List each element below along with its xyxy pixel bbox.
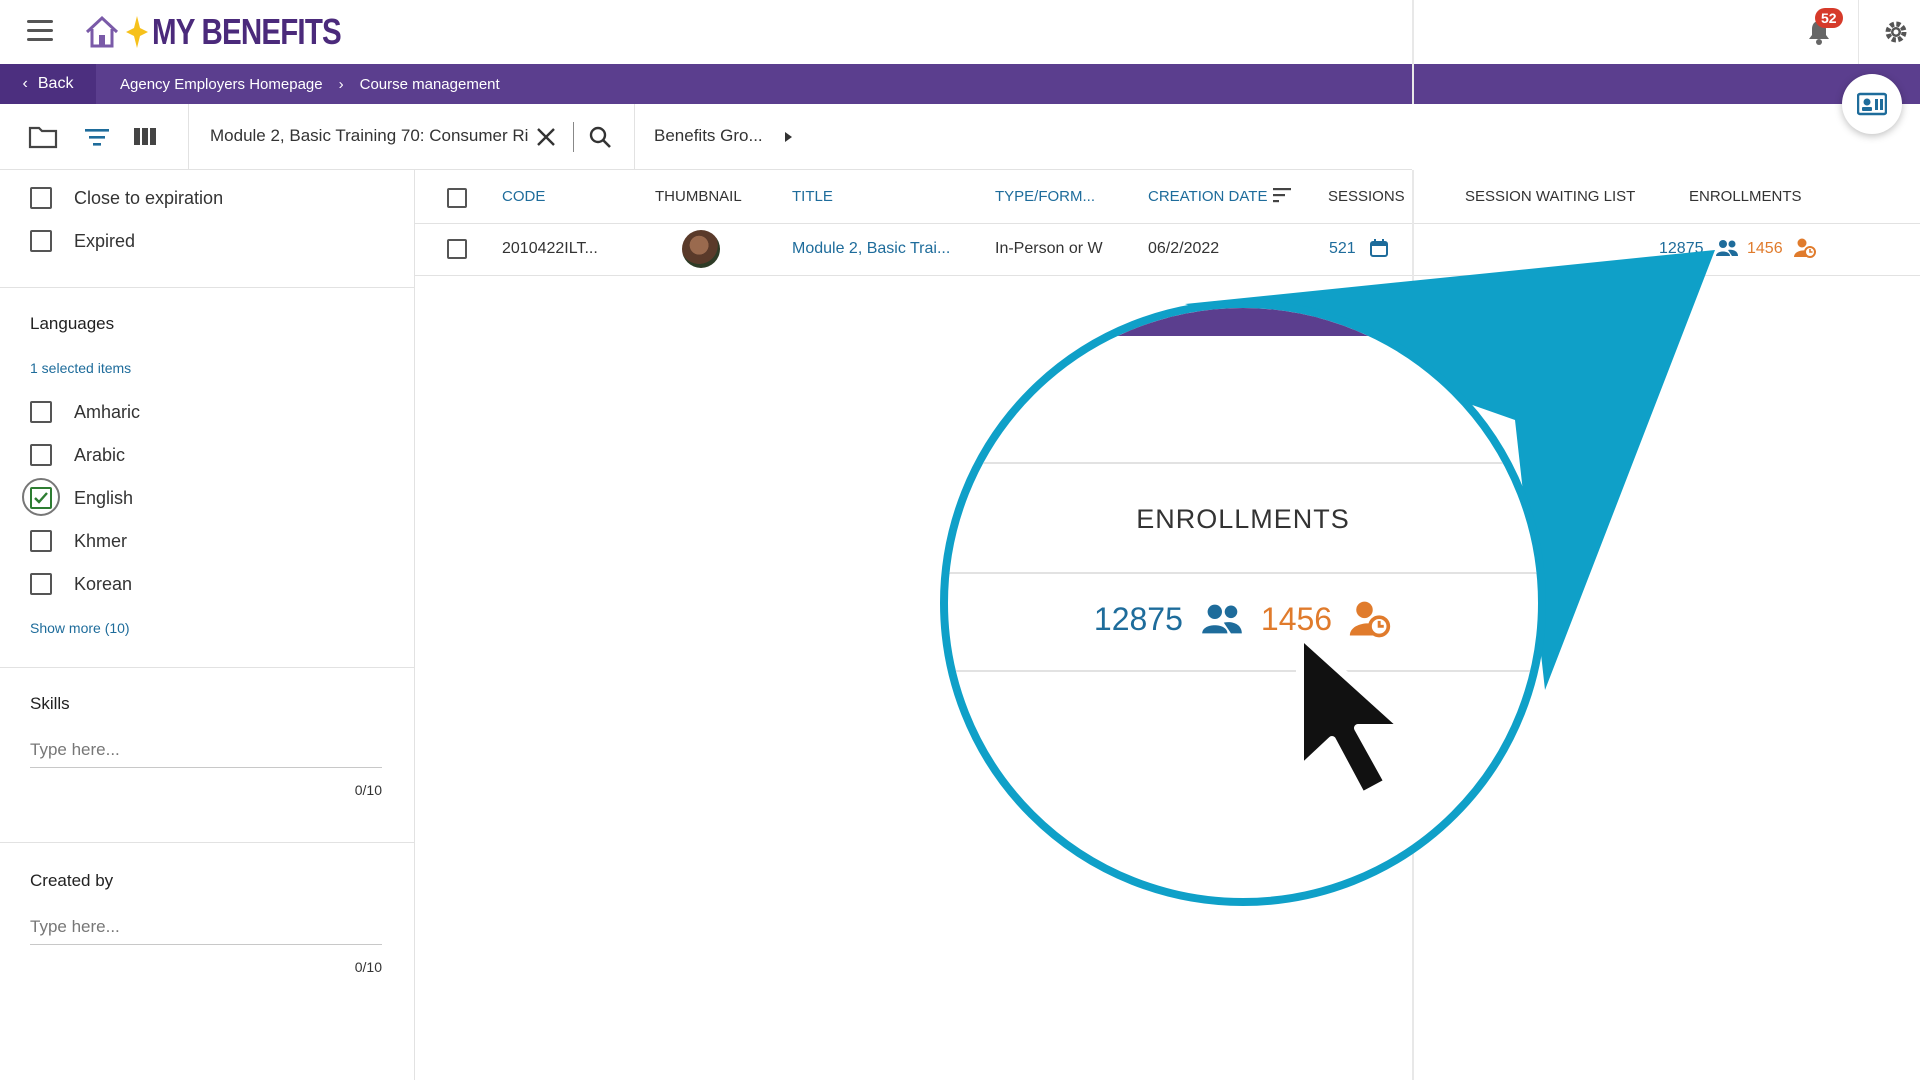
user-clock-icon — [1793, 237, 1817, 264]
table-row[interactable]: 2010422ILT... Module 2, Basic Trai... In… — [415, 224, 1920, 276]
divider — [0, 287, 415, 288]
filter-icon[interactable] — [82, 124, 112, 150]
folder-icon[interactable] — [28, 124, 58, 150]
id-card-button[interactable] — [1842, 74, 1902, 134]
cell-code: 2010422ILT... — [502, 240, 598, 257]
divider — [948, 572, 1538, 574]
cell-waiting[interactable]: 1456 — [1747, 240, 1783, 258]
skills-input[interactable]: Type here... — [30, 736, 382, 768]
breadcrumb-item-current: Course management — [359, 75, 500, 93]
notification-badge: 52 — [1815, 8, 1843, 28]
divider — [948, 670, 1538, 672]
back-label: Back — [37, 75, 74, 92]
mouse-cursor-icon — [1296, 630, 1408, 800]
checkbox-label: English — [74, 488, 134, 508]
magnified-enrollments: 12875 — [1093, 600, 1183, 637]
magnified-values: 12875 1456 — [948, 598, 1538, 640]
users-icon — [1715, 238, 1739, 263]
checkbox-amharic[interactable] — [30, 401, 52, 423]
columns-icon[interactable] — [131, 124, 161, 150]
course-thumbnail — [682, 230, 720, 268]
checkbox-close-to-expiration[interactable] — [30, 187, 52, 209]
languages-title: Languages — [30, 314, 115, 333]
created-by-title: Created by — [30, 871, 114, 890]
toolbar: Module 2, Basic Training 70: Consumer Ri… — [0, 104, 1412, 170]
magnified-breadcrumb-bar — [948, 308, 1538, 336]
divider — [188, 104, 189, 170]
branch-filter[interactable]: Benefits Gro... — [654, 126, 763, 146]
calendar-icon[interactable] — [1369, 238, 1389, 263]
app-logo[interactable]: MY BENEFITS — [82, 10, 382, 54]
column-header-creation-date[interactable]: CREATION DATE — [1148, 188, 1267, 205]
checkbox-korean[interactable] — [30, 573, 52, 595]
column-header-thumbnail: THUMBNAIL — [655, 188, 742, 205]
created-by-counter: 0/10 — [354, 959, 382, 975]
skills-counter: 0/10 — [354, 782, 382, 798]
users-icon — [1202, 604, 1242, 634]
id-card-icon — [1857, 92, 1887, 116]
sun-icon — [126, 16, 148, 48]
divider — [1858, 0, 1859, 64]
divider — [948, 462, 1538, 464]
search-icon[interactable] — [588, 124, 612, 150]
checkbox-arabic[interactable] — [30, 444, 52, 466]
checkbox-label: Expired — [74, 231, 136, 251]
home-icon — [85, 15, 119, 48]
created-by-input[interactable]: Type here... — [30, 913, 382, 945]
divider — [573, 122, 574, 152]
divider — [634, 104, 635, 170]
check-icon — [34, 492, 48, 504]
hamburger-menu-icon[interactable] — [27, 20, 53, 44]
checkbox-label: Close to expiration — [74, 188, 224, 208]
column-header-title[interactable]: TITLE — [792, 188, 833, 205]
show-more-link[interactable]: Show more (10) — [30, 620, 130, 636]
chevron-left-icon: ‹ — [22, 75, 28, 92]
filter-sidebar: Close to expiration Expired Languages 1 … — [0, 170, 415, 1080]
cell-title[interactable]: Module 2, Basic Trai... — [792, 240, 950, 258]
divider — [0, 667, 415, 668]
cell-enrollments[interactable]: 12875 — [1659, 240, 1704, 258]
breadcrumb-item-home[interactable]: Agency Employers Homepage — [120, 76, 323, 93]
cell-type: In-Person or W — [995, 240, 1103, 257]
magnifier-callout: ENROLLMENTS 12875 1456 — [940, 300, 1546, 906]
table-header: CODE THUMBNAIL TITLE TYPE/FORM... CREATI… — [415, 170, 1920, 224]
gear-icon[interactable] — [1882, 18, 1910, 46]
select-all-checkbox[interactable] — [447, 188, 467, 208]
skills-title: Skills — [30, 694, 70, 713]
chevron-right-icon: › — [338, 75, 344, 93]
sort-icon[interactable] — [1272, 186, 1292, 208]
close-icon[interactable] — [534, 124, 558, 150]
column-header-enrollments: ENROLLMENTS — [1689, 188, 1802, 205]
column-header-sessions: SESSIONS — [1328, 188, 1405, 205]
back-button[interactable]: ‹ Back — [0, 64, 96, 104]
checkbox-label: Arabic — [74, 445, 126, 465]
search-input[interactable]: Module 2, Basic Training 70: Consumer Ri — [210, 126, 530, 146]
logo-text: MY BENEFITS — [152, 11, 342, 52]
column-header-code[interactable]: CODE — [502, 188, 545, 205]
column-header-waiting-list: SESSION WAITING LIST — [1465, 188, 1636, 205]
checkbox-khmer[interactable] — [30, 530, 52, 552]
checkbox-label: Amharic — [74, 402, 141, 422]
cell-sessions[interactable]: 521 — [1329, 240, 1356, 258]
breadcrumb: ‹ Back Agency Employers Homepage › Cours… — [0, 64, 1412, 104]
cell-creation-date: 06/2/2022 — [1148, 240, 1220, 257]
checkbox-label: Korean — [74, 574, 133, 594]
checkbox-label: Khmer — [74, 531, 128, 551]
checkbox-expired[interactable] — [30, 230, 52, 252]
divider — [0, 842, 415, 843]
checkbox-english[interactable] — [30, 487, 52, 509]
column-header-type[interactable]: TYPE/FORM... — [995, 188, 1095, 205]
caret-right-icon[interactable] — [782, 124, 796, 150]
selected-items-count: 1 selected items — [30, 360, 132, 376]
top-bar: MY BENEFITS 52 — [0, 0, 1920, 64]
row-checkbox[interactable] — [447, 239, 467, 259]
magnified-enrollments-header: ENROLLMENTS — [1136, 504, 1350, 534]
